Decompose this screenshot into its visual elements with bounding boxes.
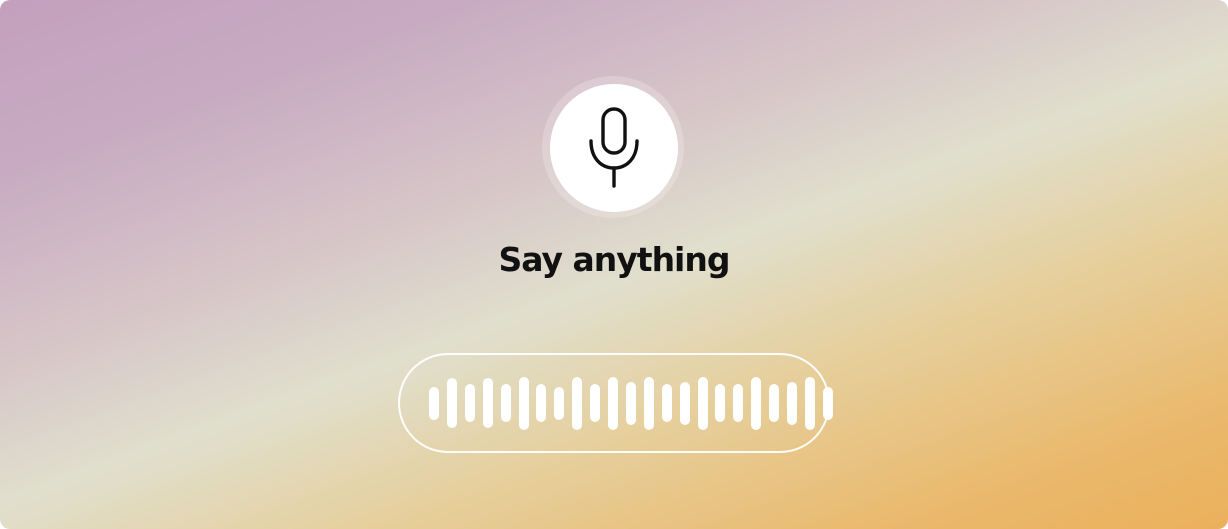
waveform-bar — [787, 382, 797, 425]
waveform-bar — [447, 378, 457, 428]
microphone-icon — [589, 107, 639, 188]
waveform-bar — [483, 378, 493, 428]
waveform-bar — [608, 377, 618, 430]
waveform-bars — [400, 355, 833, 451]
waveform-bar — [519, 377, 529, 430]
waveform-bar — [554, 387, 564, 420]
waveform-bar — [805, 377, 815, 430]
microphone-button[interactable] — [550, 84, 678, 212]
waveform-bar — [572, 377, 582, 430]
waveform-bar — [662, 384, 672, 422]
waveform-bar — [769, 384, 779, 422]
prompt-text: Say anything — [498, 240, 731, 279]
waveform-bar — [465, 384, 475, 422]
waveform-bar — [429, 387, 439, 420]
waveform-bar — [751, 377, 761, 430]
waveform-bar — [536, 384, 546, 422]
waveform-bar — [733, 384, 743, 422]
waveform-bar — [680, 382, 690, 425]
waveform-bar — [590, 384, 600, 422]
waveform-bar — [626, 382, 636, 425]
voice-input-panel: Say anything — [0, 0, 1228, 529]
waveform-bar — [644, 377, 654, 430]
waveform-bar — [823, 387, 833, 420]
waveform-bar — [715, 384, 725, 422]
audio-waveform-pill — [398, 353, 833, 453]
waveform-bar — [698, 377, 708, 430]
waveform-bar — [501, 384, 511, 422]
